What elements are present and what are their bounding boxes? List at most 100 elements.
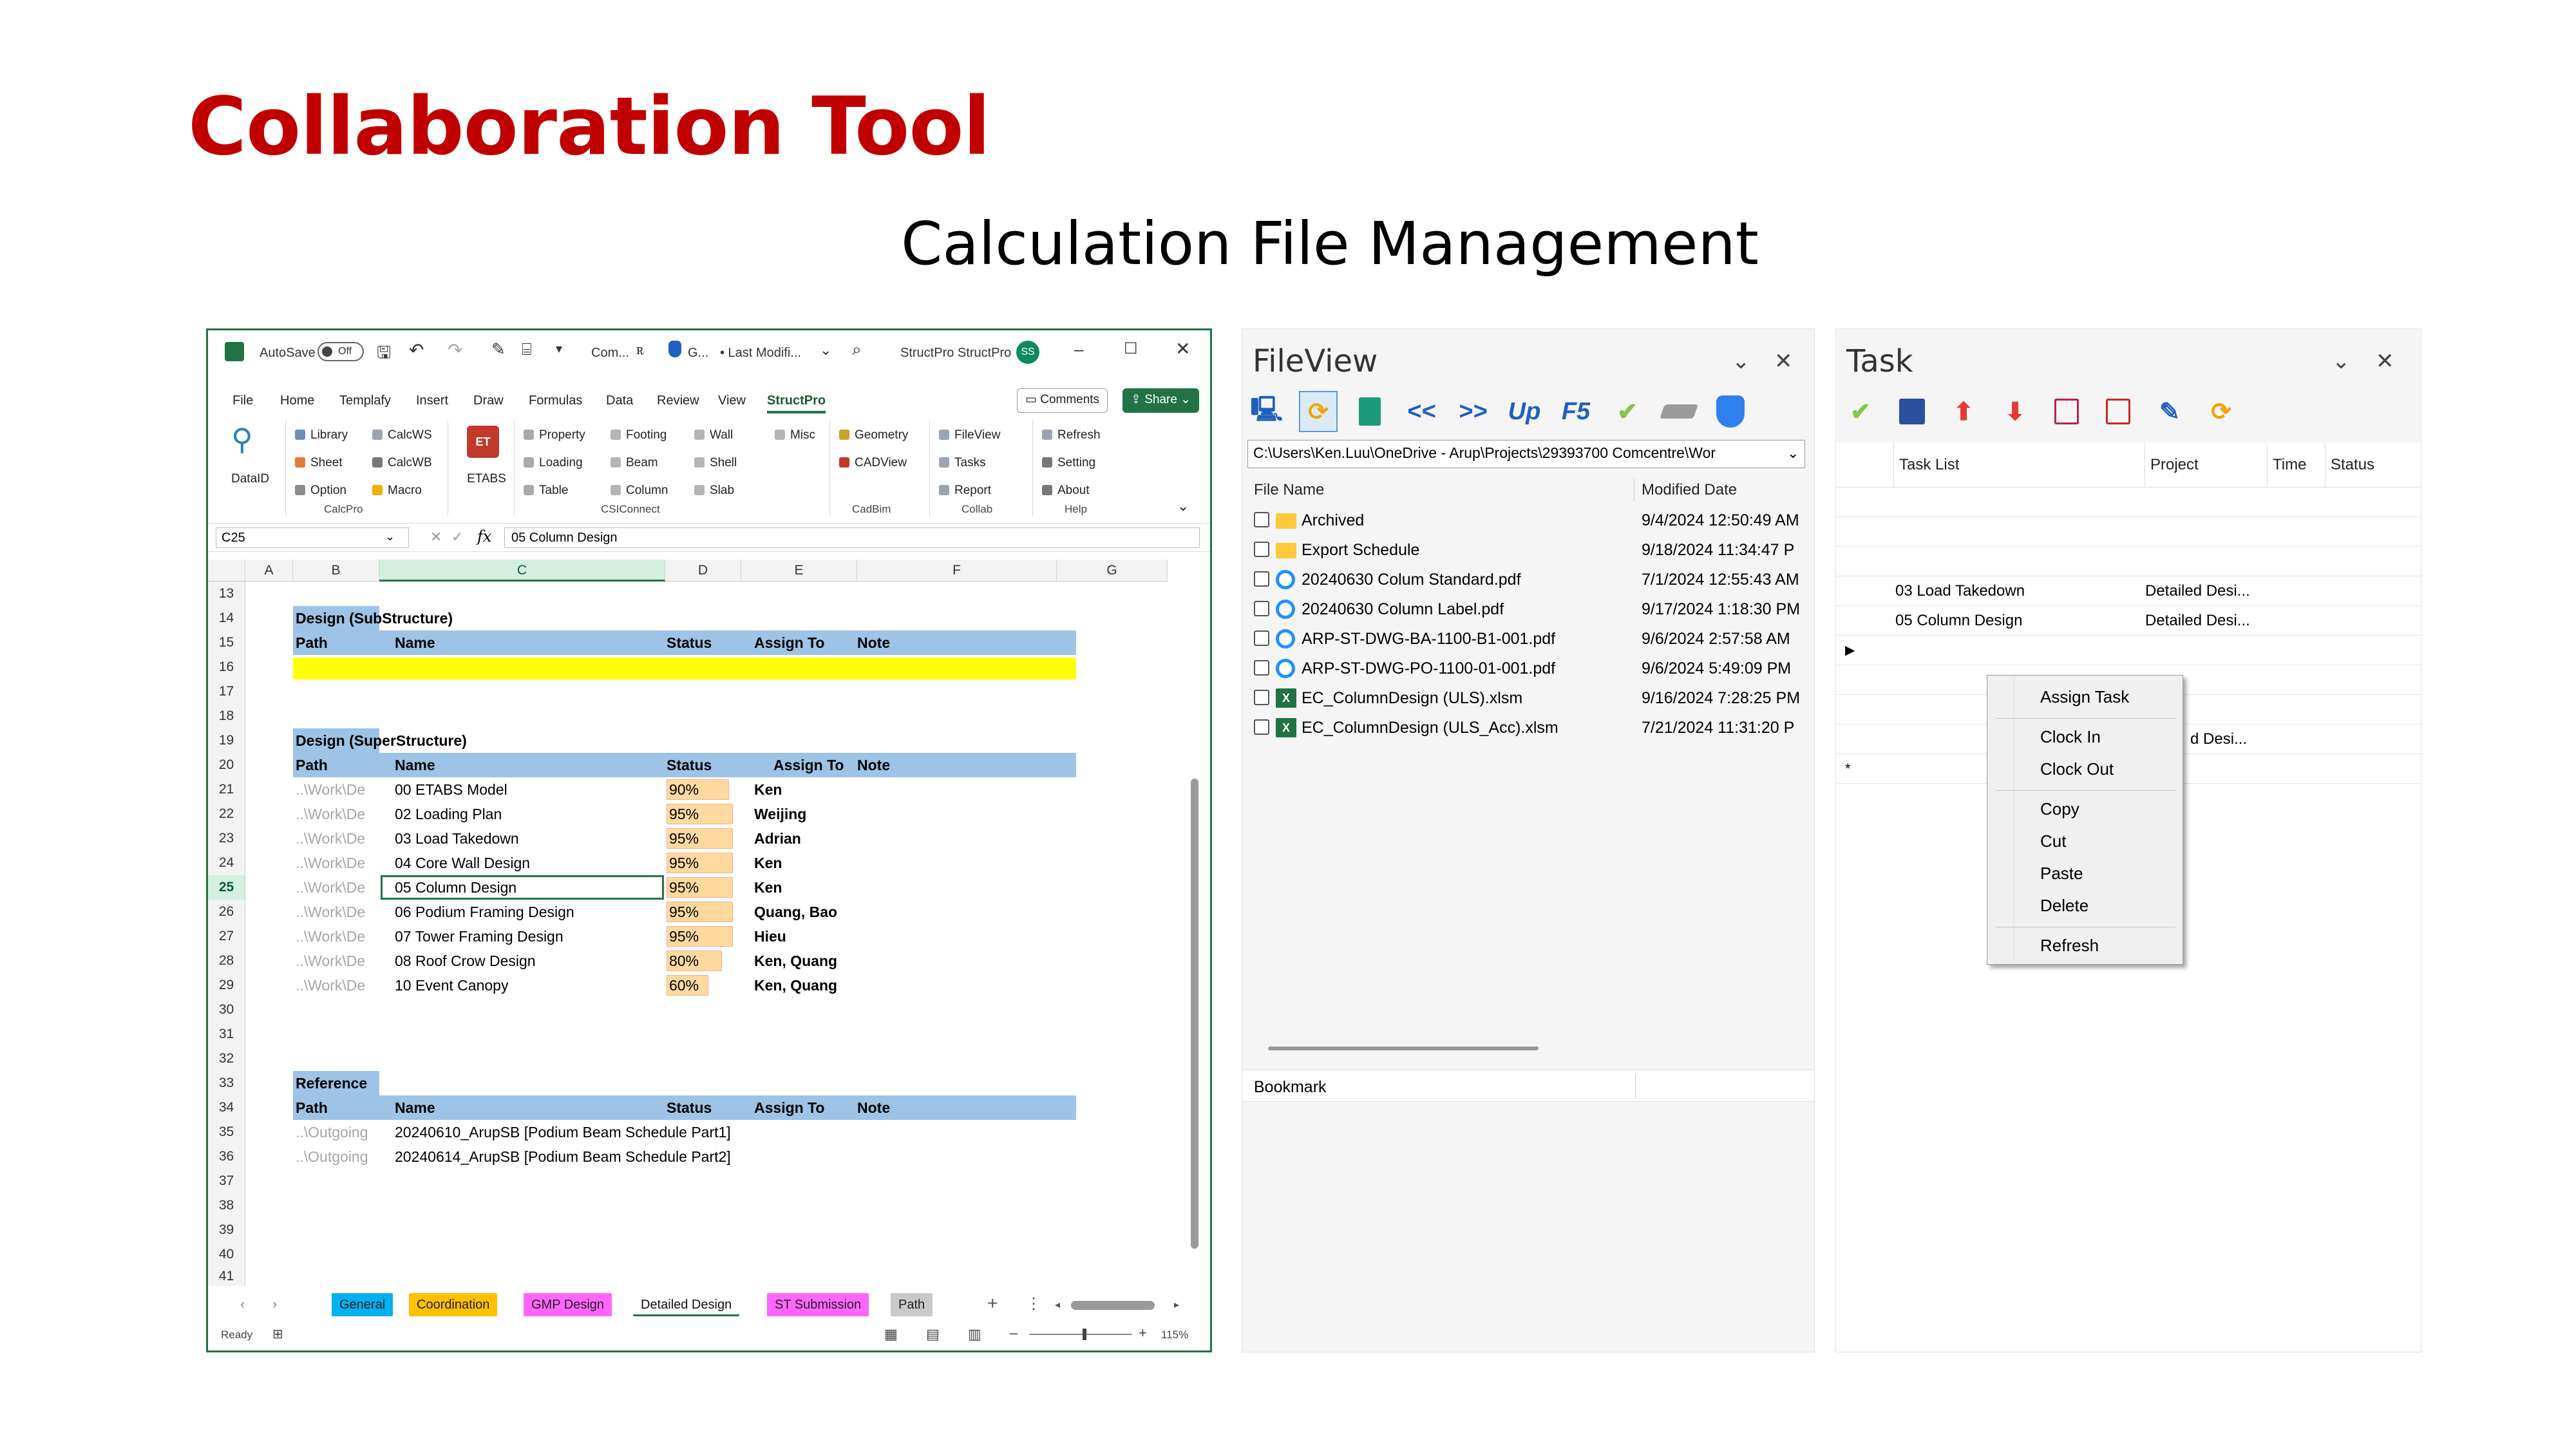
loading-button[interactable]: Loading [524,456,583,470]
menu-paste[interactable]: Paste [2040,864,2083,884]
table-row[interactable] [1836,547,2421,576]
task-project[interactable]: d Desi... [2190,724,2247,754]
table-row[interactable]: 25 ..\Work\De 05 Column Design 95% Ken [208,875,1187,900]
header-status[interactable]: Status [2325,442,2421,488]
column-header-d[interactable]: D [665,560,741,582]
undo-icon[interactable]: ↶ [409,339,424,361]
sheet-tab-gmp-design[interactable]: GMP Design [524,1293,612,1316]
path-cell[interactable]: ..\Work\De [296,949,378,973]
zoom-in-icon[interactable]: + [1139,1325,1147,1341]
etabs-button[interactable]: ETABS [467,472,506,486]
assign-cell[interactable]: Ken [754,777,782,802]
dataid-button[interactable]: DataID [231,472,269,486]
header-task-list[interactable]: Task List [1894,442,2145,488]
table-row[interactable]: 29 ..\Work\De 10 Event Canopy 60% Ken, Q… [208,973,1187,998]
column-header-g[interactable]: G [1057,560,1168,582]
path-cell[interactable]: ..\Work\De [296,973,378,998]
menu-delete[interactable]: Delete [2040,896,2088,916]
checkbox[interactable] [1254,571,1269,587]
wall-button[interactable]: Wall [694,428,733,442]
row-number[interactable]: 20 [208,753,245,777]
up-button[interactable]: Up [1505,391,1544,432]
formula-input[interactable]: 05 Column Design [504,527,1200,548]
file-name[interactable]: 20240630 Column Label.pdf [1302,594,1504,624]
task-name[interactable]: 05 Column Design [1895,606,2022,636]
row-number[interactable]: 13 [208,582,245,606]
tab-structpro[interactable]: StructPro [767,393,826,413]
list-item[interactable]: 20240630 Column Label.pdf 9/17/2024 1:18:… [1247,594,1809,624]
status-cell[interactable]: 60% [667,973,699,998]
row-number[interactable]: 19 [208,728,245,753]
name-cell[interactable]: 07 Tower Framing Design [395,924,564,949]
name-cell[interactable]: 20240610_ArupSB [Podium Beam Schedule Pa… [395,1120,731,1144]
column-header-a[interactable]: A [245,560,293,582]
status-cell[interactable]: 90% [667,777,699,802]
table-row[interactable]: 27 ..\Work\De 07 Tower Framing Design 95… [208,924,1187,949]
row-number[interactable]: 27 [208,924,245,949]
row-number[interactable]: 35 [208,1120,245,1144]
table-row[interactable]: 28 ..\Work\De 08 Roof Crow Design 80% Ke… [208,949,1187,973]
name-cell[interactable]: 03 Load Takedown [395,826,519,851]
header-project[interactable]: Project [2145,442,2268,488]
menu-assign-task[interactable]: Assign Task [2040,687,2129,707]
column-header-f[interactable]: F [857,560,1057,582]
slab-button[interactable]: Slab [694,484,734,498]
task-name[interactable]: 03 Load Takedown [1895,576,2025,606]
assign-cell[interactable]: Ken [754,875,782,900]
file-name[interactable]: 20240630 Colum Standard.pdf [1302,565,1521,594]
enter-icon[interactable]: ✓ [451,529,463,545]
row-number[interactable]: 21 [208,777,245,802]
add-task-icon[interactable] [2047,391,2086,432]
checkbox[interactable] [1254,601,1269,616]
name-box[interactable]: C25 [216,527,409,548]
format-painter-icon[interactable]: ✎ [491,339,506,359]
row-number[interactable]: 30 [208,998,245,1022]
tab-file[interactable]: File [232,393,253,408]
normal-view-icon[interactable]: ▦ [884,1326,898,1343]
camera-icon[interactable]: ⌸ [522,339,532,360]
list-item[interactable]: Export Schedule 9/18/2024 11:34:47 P [1247,535,1809,565]
menu-cut[interactable]: Cut [2040,831,2066,851]
tab-templafy[interactable]: Templafy [339,393,391,408]
tab-formulas[interactable]: Formulas [529,393,582,408]
sensitivity-label[interactable]: G... [688,346,708,361]
cancel-icon[interactable]: ✕ [430,529,442,545]
cadview-button[interactable]: CADView [839,456,907,470]
name-cell[interactable]: 20240614_ArupSB [Podium Beam Schedule Pa… [395,1144,731,1169]
misc-button[interactable]: Misc [775,428,815,442]
table-row[interactable]: 26 ..\Work\De 06 Podium Framing Design 9… [208,900,1187,924]
row-number[interactable]: 22 [208,802,245,826]
about-button[interactable]: About [1042,484,1090,498]
name-cell[interactable]: 00 ETABS Model [395,777,507,802]
file-name[interactable]: EC_ColumnDesign (ULS_Acc).xlsm [1302,713,1558,743]
avatar[interactable]: SS [1016,341,1039,364]
menu-clock-out[interactable]: Clock Out [2040,759,2114,779]
sheet-tab-general[interactable]: General [332,1293,393,1316]
property-button[interactable]: Property [524,428,585,442]
name-cell[interactable]: 10 Event Canopy [395,973,508,998]
tab-data[interactable]: Data [606,393,633,408]
checkbox[interactable] [1254,542,1269,557]
refresh-f5-button[interactable]: F5 [1557,391,1595,432]
file-name[interactable]: Archived [1302,506,1364,535]
row-number[interactable]: 29 [208,973,245,998]
chevron-down-icon[interactable]: ⌄ [820,342,831,359]
row-number[interactable]: 31 [208,1022,245,1046]
chevron-down-icon[interactable]: ⌄ [1732,348,1750,374]
row-number[interactable]: 41 [208,1267,245,1286]
maximize-icon[interactable]: ☐ [1124,339,1138,358]
name-cell[interactable]: 02 Loading Plan [395,802,502,826]
redo-icon[interactable]: ↷ [448,339,462,361]
accessibility-icon[interactable]: ⊞ [272,1326,283,1342]
task-project[interactable]: Detailed Desi... [2145,576,2250,606]
checkbox[interactable] [1254,690,1269,705]
move-up-icon[interactable]: ⬆ [1944,391,1983,432]
calcwb-button[interactable]: CalcWB [372,456,432,470]
add-sheet-icon[interactable]: + [987,1293,998,1314]
header-modified-date[interactable]: Modified Date [1642,476,1737,504]
path-cell[interactable]: ..\Work\De [296,777,378,802]
tab-view[interactable]: View [718,393,746,408]
library-button[interactable]: Library [295,428,348,442]
row-number[interactable]: 36 [208,1144,245,1169]
column-button[interactable]: Column [611,484,668,498]
